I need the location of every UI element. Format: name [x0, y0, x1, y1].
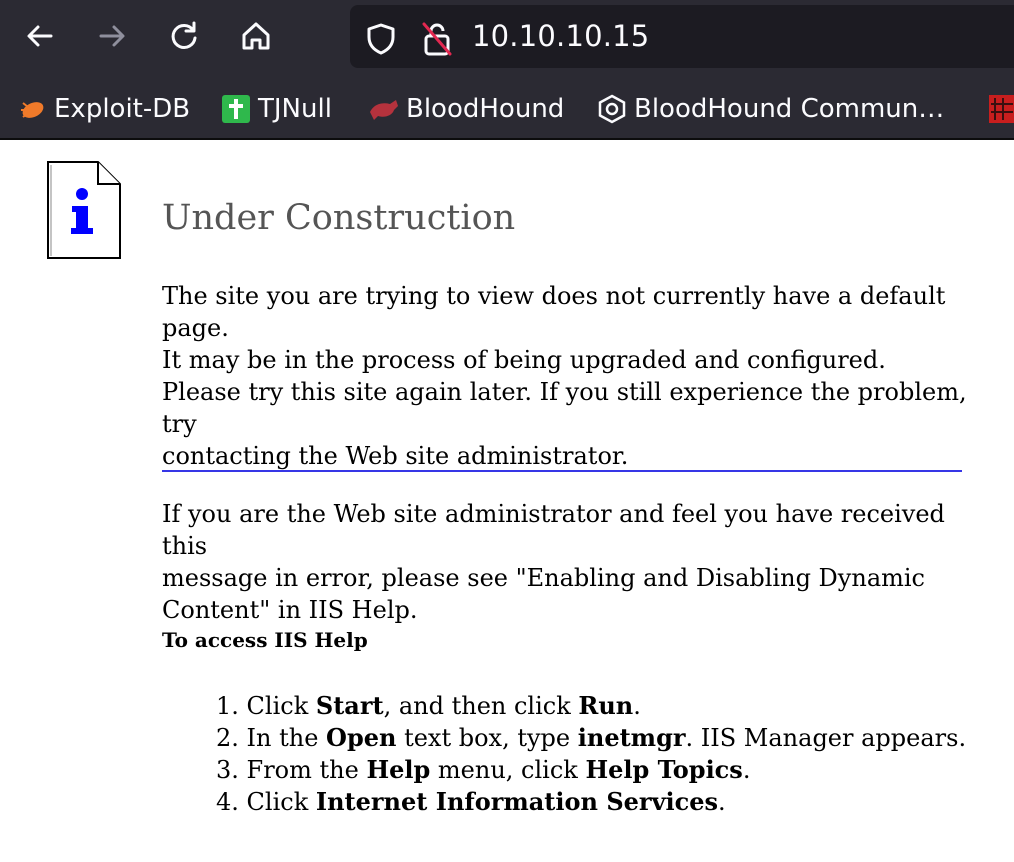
- step-number: 3.: [216, 756, 239, 784]
- browser-toolbar: 10.10.10.15 Exploit-DB TJNull BloodHound…: [0, 0, 1014, 140]
- exploitdb-bug-icon: [16, 93, 48, 125]
- step-number: 1.: [216, 692, 239, 720]
- step-keyword: Internet Information Services: [315, 787, 719, 816]
- step-text: Click: [246, 788, 316, 816]
- bookmark-label: BloodHound: [406, 94, 565, 124]
- step-keyword: inetmgr: [577, 723, 686, 752]
- step-text: . IIS Manager appears.: [685, 724, 967, 752]
- step-keyword: Run: [578, 691, 634, 720]
- step-keyword: Open: [326, 723, 397, 752]
- address-bar[interactable]: 10.10.10.15: [350, 5, 1014, 68]
- step-text: From the: [246, 756, 367, 784]
- bookmark-label: TJNull: [258, 94, 332, 124]
- step-keyword: Start: [315, 691, 384, 720]
- red-grid-icon: [984, 93, 1014, 125]
- help-steps-list: 1. Click Start, and then click Run. 2. I…: [216, 690, 966, 818]
- bookmark-bloodhound-community[interactable]: BloodHound Commun…: [596, 92, 944, 126]
- step-text: .: [718, 788, 726, 816]
- bloodhound-community-hex-icon: [596, 93, 628, 125]
- list-item: 2. In the Open text box, type inetmgr. I…: [216, 722, 966, 754]
- help-heading: To access IIS Help: [162, 628, 368, 652]
- arrow-right-icon: [99, 25, 125, 47]
- reload-icon: [171, 21, 197, 49]
- list-item: 3. From the Help menu, click Help Topics…: [216, 754, 966, 786]
- list-item: 4. Click Internet Information Services.: [216, 786, 966, 818]
- bookmarks-toolbar: Exploit-DB TJNull BloodHound BloodHound …: [0, 78, 1014, 138]
- bookmark-bloodhound[interactable]: BloodHound: [368, 92, 564, 126]
- step-text: menu, click: [430, 756, 586, 784]
- bookmark-exploit-db[interactable]: Exploit-DB: [16, 92, 190, 126]
- step-number: 2.: [216, 724, 239, 752]
- info-document-icon: [47, 161, 121, 259]
- tracking-protection-shield-icon[interactable]: [364, 22, 398, 56]
- forward-button[interactable]: [90, 14, 134, 58]
- page-title: Under Construction: [162, 198, 516, 238]
- step-text: , and then click: [383, 692, 579, 720]
- step-keyword: Help Topics: [585, 755, 743, 784]
- toolbar-border: [0, 138, 1014, 140]
- bookmark-label: Exploit-DB: [54, 94, 191, 124]
- step-text: Click: [246, 692, 316, 720]
- url-text[interactable]: 10.10.10.15: [472, 19, 649, 53]
- navigation-bar: 10.10.10.15: [0, 0, 1014, 76]
- paragraph-line: If you are the Web site administrator an…: [162, 500, 945, 560]
- bookmark-overflow[interactable]: [984, 92, 1014, 126]
- step-text: In the: [246, 724, 327, 752]
- step-number: 4.: [216, 788, 239, 816]
- paragraph-line: The site you are trying to view does not…: [162, 282, 946, 342]
- step-text: .: [633, 692, 641, 720]
- bloodhound-dog-icon: [368, 93, 400, 125]
- tjnull-cross-icon: [220, 93, 252, 125]
- home-icon: [242, 22, 270, 50]
- paragraph-line: Please try this site again later. If you…: [162, 378, 967, 438]
- step-keyword: Help: [366, 755, 431, 784]
- step-text: text box, type: [396, 724, 578, 752]
- back-button[interactable]: [18, 14, 62, 58]
- list-item: 1. Click Start, and then click Run.: [216, 690, 966, 722]
- paragraph-line: message in error, please see "Enabling a…: [162, 564, 925, 592]
- home-button[interactable]: [234, 14, 278, 58]
- step-text: .: [742, 756, 751, 784]
- bookmark-label: BloodHound Commun…: [634, 94, 945, 124]
- intro-paragraph: The site you are trying to view does not…: [162, 280, 972, 376]
- horizontal-divider: [162, 470, 962, 472]
- paragraph-line: It may be in the process of being upgrad…: [162, 346, 886, 374]
- reload-button[interactable]: [162, 14, 206, 58]
- arrow-left-icon: [27, 25, 53, 47]
- admin-paragraph: If you are the Web site administrator an…: [162, 498, 972, 626]
- paragraph-line: contacting the Web site administrator.: [162, 442, 629, 470]
- bookmark-tjnull[interactable]: TJNull: [220, 92, 332, 126]
- insecure-lock-icon[interactable]: [420, 20, 454, 58]
- retry-paragraph: Please try this site again later. If you…: [162, 376, 972, 472]
- paragraph-line: Content" in IIS Help.: [162, 596, 418, 624]
